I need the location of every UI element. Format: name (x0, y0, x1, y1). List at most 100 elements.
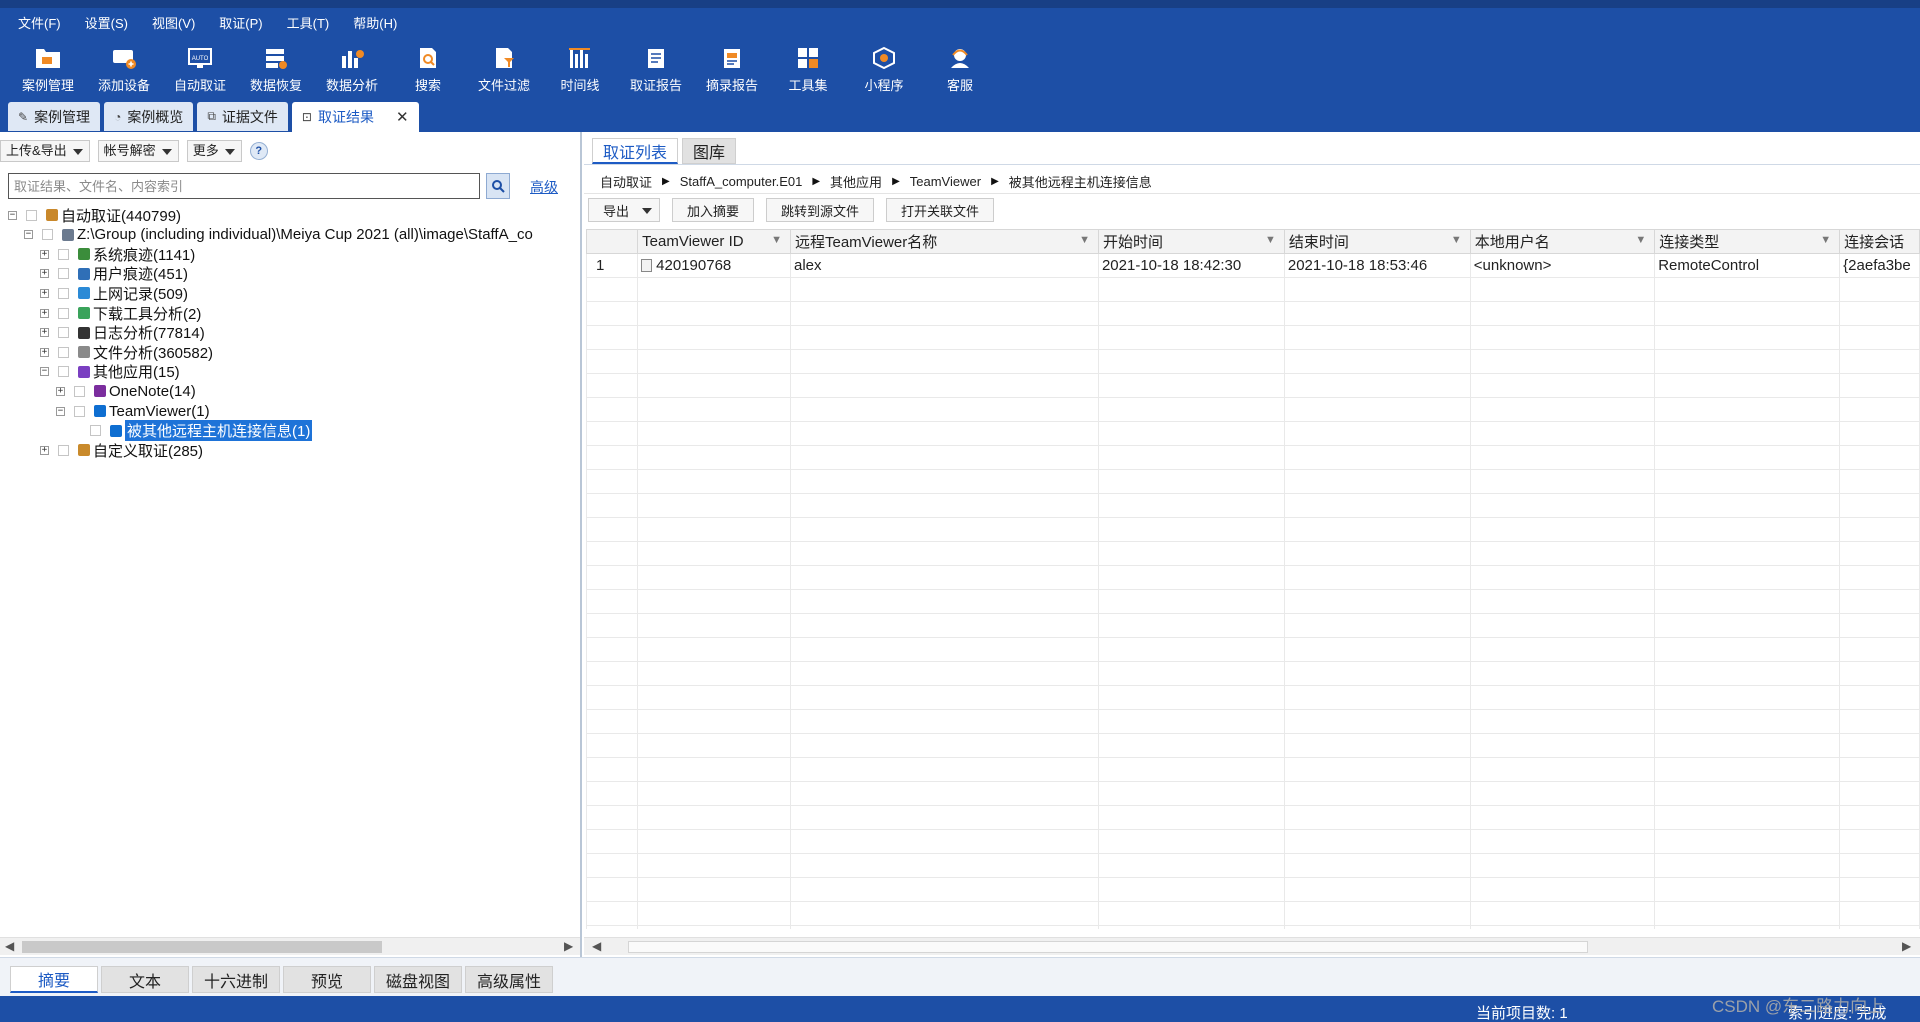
scroll-left-icon[interactable]: ◀ (5, 939, 14, 953)
file-filter-button[interactable]: 文件过滤 (466, 44, 542, 96)
excerpt-report-button[interactable]: 摘录报告 (694, 44, 770, 96)
account-decrypt-dropdown[interactable]: 帐号解密 (97, 140, 179, 162)
tab-case-management[interactable]: ✎ 案例管理 (8, 102, 101, 131)
tree-node-checkbox[interactable] (58, 444, 69, 456)
expand-icon[interactable]: + (40, 347, 49, 357)
scroll-right-icon[interactable]: ▶ (1902, 939, 1911, 953)
case-management-button[interactable]: 案例管理 (10, 44, 86, 96)
tree-node[interactable]: + 自定义取证(285) (40, 439, 203, 461)
tab-disk-view[interactable]: 磁盘视图 (374, 966, 462, 993)
right-horizontal-scrollbar[interactable]: ◀ ▶ (584, 937, 1920, 955)
breadcrumb-item[interactable]: 其他应用 (830, 172, 882, 191)
menu-settings[interactable]: 设置(S) (73, 10, 140, 38)
expand-icon[interactable]: + (40, 445, 49, 455)
column-header-index[interactable] (586, 229, 639, 254)
tab-preview[interactable]: 预览 (283, 966, 371, 993)
scroll-right-icon[interactable]: ▶ (564, 939, 573, 953)
filter-icon[interactable]: ▼ (1265, 234, 1276, 246)
tab-evidence-files[interactable]: ⧉ 证据文件 (197, 102, 288, 131)
tab-gallery[interactable]: 图库 (682, 138, 737, 164)
empty-cell (1839, 709, 1920, 734)
tree-node-checkbox[interactable] (90, 425, 101, 437)
expand-icon[interactable]: + (40, 328, 49, 338)
breadcrumb-item[interactable]: 被其他远程主机连接信息 (1009, 172, 1152, 191)
toolset-button[interactable]: 工具集 (770, 44, 846, 96)
tree-node-checkbox[interactable] (58, 346, 69, 358)
filter-icon[interactable]: ▼ (771, 234, 782, 246)
expand-icon[interactable]: + (56, 386, 65, 396)
auto-forensics-button[interactable]: AUTO 自动取证 (162, 44, 238, 96)
expand-icon[interactable]: + (40, 288, 49, 298)
collapse-icon[interactable]: − (40, 367, 49, 377)
tab-text[interactable]: 文本 (101, 966, 189, 993)
filter-icon[interactable]: ▼ (1635, 234, 1646, 246)
column-header[interactable]: 连接类型 ▼ (1654, 229, 1841, 254)
tree-node-checkbox[interactable] (58, 327, 69, 339)
data-recovery-button[interactable]: 数据恢复 (238, 44, 314, 96)
tree-node-checkbox[interactable] (58, 307, 69, 319)
search-input[interactable] (8, 173, 480, 199)
timeline-button[interactable]: 时间线 (542, 44, 618, 96)
column-header[interactable]: 结束时间 ▼ (1283, 229, 1471, 254)
collapse-icon[interactable]: − (56, 406, 65, 416)
tree-node-checkbox[interactable] (58, 248, 69, 260)
empty-table-row (586, 277, 1920, 302)
menu-forensics[interactable]: 取证(P) (207, 10, 274, 38)
tab-forensics-list[interactable]: 取证列表 (592, 138, 679, 164)
menu-tools[interactable]: 工具(T) (275, 10, 342, 38)
tab-hex[interactable]: 十六进制 (192, 966, 280, 993)
expand-icon[interactable]: + (40, 269, 49, 279)
filter-icon[interactable]: ▼ (1079, 234, 1090, 246)
tab-summary[interactable]: 摘要 (10, 966, 98, 993)
forensics-report-button[interactable]: 取证报告 (618, 44, 694, 96)
column-header[interactable]: TeamViewer ID ▼ (637, 229, 791, 254)
column-header[interactable]: 本地用户名 ▼ (1469, 229, 1656, 254)
open-related-file-button[interactable]: 打开关联文件 (886, 198, 995, 222)
column-header[interactable]: 远程TeamViewer名称 ▼ (790, 229, 1099, 254)
breadcrumb-item[interactable]: 自动取证 (600, 172, 652, 191)
tree-node-checkbox[interactable] (58, 287, 69, 299)
expand-icon[interactable]: + (40, 308, 49, 318)
collapse-icon[interactable]: − (8, 210, 17, 220)
more-dropdown[interactable]: 更多 (186, 140, 242, 162)
add-device-button[interactable]: 添加设备 (86, 44, 162, 96)
search-button[interactable]: 搜索 (390, 44, 466, 96)
tree-node-checkbox[interactable] (42, 229, 53, 241)
empty-cell (1469, 349, 1656, 374)
tree-node-checkbox[interactable] (74, 405, 85, 417)
help-icon[interactable]: ? (249, 142, 268, 160)
export-dropdown[interactable]: 导出 (588, 198, 661, 222)
table-row[interactable]: 1 420190768 alex 2021-10-18 18:42:30 202… (586, 253, 1920, 278)
breadcrumb-item[interactable]: StaffA_computer.E01 (680, 174, 803, 189)
tree-node-checkbox[interactable] (74, 385, 85, 397)
menu-view[interactable]: 视图(V) (140, 10, 207, 38)
filter-icon[interactable]: ▼ (1820, 234, 1831, 246)
column-header[interactable]: 开始时间 ▼ (1097, 229, 1285, 254)
left-horizontal-scrollbar[interactable]: ◀ ▶ (0, 937, 580, 955)
scroll-thumb[interactable] (22, 941, 382, 953)
collapse-icon[interactable]: − (24, 230, 33, 240)
tree-node-checkbox[interactable] (58, 366, 69, 378)
upload-export-dropdown[interactable]: 上传&导出 (0, 140, 90, 162)
mini-program-button[interactable]: 小程序 (846, 44, 922, 96)
tree-node-checkbox[interactable] (26, 209, 37, 221)
expand-icon[interactable]: + (40, 249, 49, 259)
column-header[interactable]: 连接会话 (1839, 229, 1920, 254)
filter-icon[interactable]: ▼ (1451, 234, 1462, 246)
advanced-search-link[interactable]: 高级 (530, 177, 558, 197)
breadcrumb-item[interactable]: TeamViewer (910, 174, 981, 189)
scroll-left-icon[interactable]: ◀ (592, 939, 601, 953)
tab-forensics-results[interactable]: ⊡ 取证结果 ✕ (291, 102, 419, 132)
jump-to-source-button[interactable]: 跳转到源文件 (766, 198, 875, 222)
menu-help[interactable]: 帮助(H) (341, 10, 409, 38)
menu-file[interactable]: 文件(F) (6, 10, 73, 38)
tree-node-checkbox[interactable] (58, 268, 69, 280)
customer-service-button[interactable]: 客服 (922, 44, 998, 96)
data-analysis-button[interactable]: 数据分析 (314, 44, 390, 96)
tab-case-overview[interactable]: ◔ 案例概览 (104, 102, 194, 131)
search-button[interactable] (486, 173, 510, 199)
tab-advanced-properties[interactable]: 高级属性 (465, 966, 553, 993)
close-icon[interactable]: ✕ (396, 108, 409, 126)
scroll-thumb[interactable] (628, 941, 1588, 953)
add-to-summary-button[interactable]: 加入摘要 (672, 198, 755, 222)
